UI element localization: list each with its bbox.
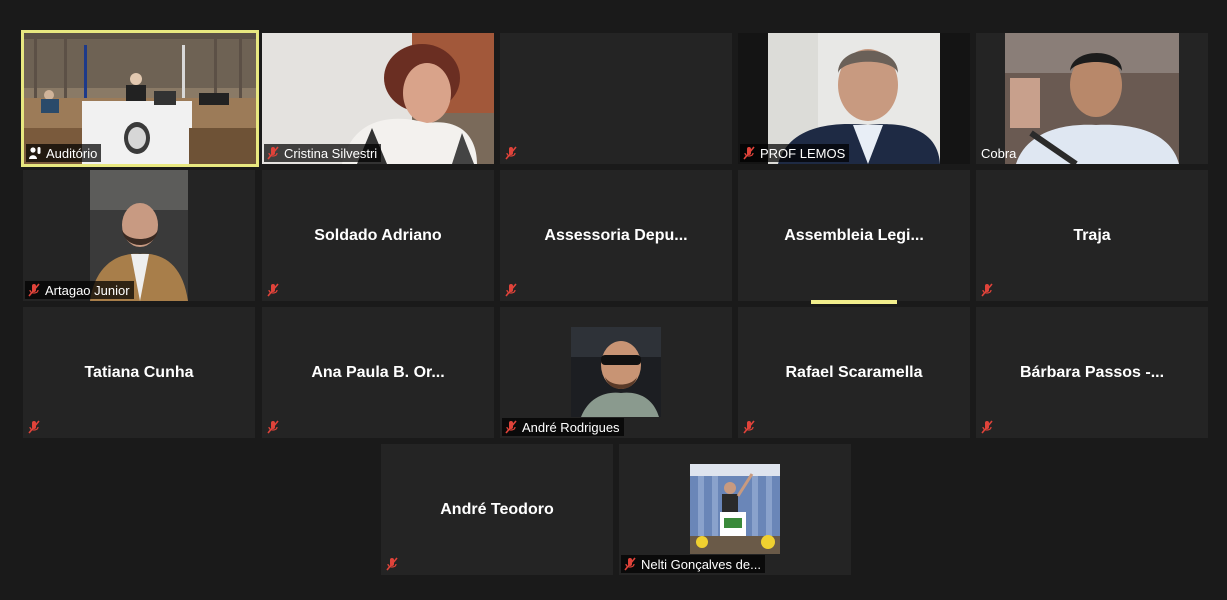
participant-tile-barbara[interactable]: Bárbara Passos -... <box>976 307 1208 438</box>
participant-tile-ana-paula[interactable]: Ana Paula B. Or... <box>262 307 494 438</box>
participant-tile-traja[interactable]: Traja <box>976 170 1208 301</box>
andre-rodrigues-video <box>571 327 661 417</box>
person-pin-icon <box>29 147 41 159</box>
participant-name: Traja <box>1073 226 1111 244</box>
participant-tile-nelti[interactable]: Nelti Gonçalves de... <box>619 444 851 575</box>
participant-label <box>383 555 403 573</box>
participant-label <box>740 418 760 436</box>
participant-tile-prof-lemos[interactable]: PROF LEMOS <box>738 33 970 164</box>
participant-label: PROF LEMOS <box>740 144 850 162</box>
participant-tile-blank[interactable] <box>500 33 732 164</box>
participant-tile-artagao[interactable]: Artagao Junior <box>23 170 255 301</box>
participant-name: Artagao Junior <box>45 282 130 298</box>
muted-mic-icon <box>267 146 279 160</box>
muted-mic-icon <box>624 557 636 571</box>
participant-label <box>502 281 522 299</box>
nelti-video <box>690 464 780 554</box>
muted-mic-icon <box>386 557 398 571</box>
muted-mic-icon <box>981 420 993 434</box>
muted-mic-icon <box>505 146 517 160</box>
participant-label: André Rodrigues <box>502 418 624 436</box>
participant-name: Soldado Adriano <box>314 226 442 244</box>
participant-label: Cristina Silvestri <box>264 144 382 162</box>
participant-label <box>264 418 284 436</box>
muted-mic-icon <box>267 420 279 434</box>
participant-label <box>978 281 998 299</box>
participant-tile-cobra[interactable]: Cobra <box>976 33 1208 164</box>
participant-tile-rafael[interactable]: Rafael Scaramella <box>738 307 970 438</box>
participant-tile-cristina[interactable]: Cristina Silvestri <box>262 33 494 164</box>
participant-tile-assembleia[interactable]: Assembleia Legi... <box>738 170 970 301</box>
participant-name: André Rodrigues <box>522 419 620 435</box>
participant-tile-tatiana[interactable]: Tatiana Cunha <box>23 307 255 438</box>
participant-label: Auditório <box>26 144 102 162</box>
participant-label: Nelti Gonçalves de... <box>621 555 765 573</box>
participant-name: Cristina Silvestri <box>284 145 378 161</box>
participant-tile-assessoria[interactable]: Assessoria Depu... <box>500 170 732 301</box>
muted-mic-icon <box>505 420 517 434</box>
participant-name: Assessoria Depu... <box>544 226 688 244</box>
participant-label: Cobra <box>979 144 1020 162</box>
muted-mic-icon <box>28 283 40 297</box>
participant-name: Cobra <box>981 145 1017 161</box>
muted-mic-icon <box>981 283 993 297</box>
muted-mic-icon <box>743 420 755 434</box>
participant-tile-andre-rodrigues[interactable]: André Rodrigues <box>500 307 732 438</box>
participant-label <box>264 281 284 299</box>
participant-name: Assembleia Legi... <box>784 226 924 244</box>
participant-name: André Teodoro <box>440 500 554 518</box>
participant-label: Artagao Junior <box>25 281 134 299</box>
participant-name: Rafael Scaramella <box>785 363 923 381</box>
muted-mic-icon <box>28 420 40 434</box>
muted-mic-icon <box>505 283 517 297</box>
zoom-gallery-view: { "participants": [ {"name": "Auditório"… <box>0 0 1227 600</box>
participant-label <box>25 418 45 436</box>
participant-name: Nelti Gonçalves de... <box>641 556 761 572</box>
muted-mic-icon <box>743 146 755 160</box>
participant-tile-auditorio[interactable]: Auditório <box>21 30 259 167</box>
participant-tile-soldado-adriano[interactable]: Soldado Adriano <box>262 170 494 301</box>
muted-mic-icon <box>267 283 279 297</box>
speaking-indicator <box>811 300 897 304</box>
participant-name: PROF LEMOS <box>760 145 846 161</box>
participant-label <box>502 144 522 162</box>
participant-name: Auditório <box>46 145 98 161</box>
participant-label <box>978 418 998 436</box>
participant-name: Tatiana Cunha <box>84 363 194 381</box>
participant-name: Ana Paula B. Or... <box>311 363 445 381</box>
participant-tile-andre-teodoro[interactable]: André Teodoro <box>381 444 613 575</box>
participant-name: Bárbara Passos -... <box>1019 363 1165 381</box>
